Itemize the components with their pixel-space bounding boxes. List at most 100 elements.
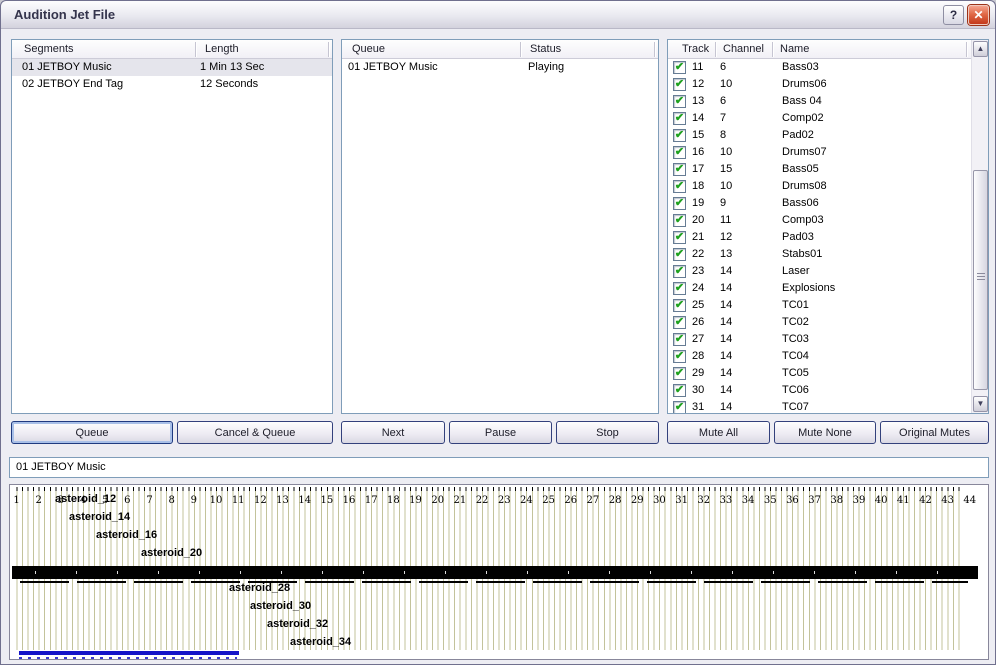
track-row[interactable]: ✔2914TC05 [668, 365, 971, 382]
column-separator[interactable] [772, 42, 773, 57]
queue-column-header[interactable]: Queue [352, 43, 385, 55]
measure-number: 27 [582, 495, 604, 506]
track-checkbox[interactable]: ✔ [673, 333, 686, 346]
track-checkbox[interactable]: ✔ [673, 265, 686, 278]
track-checkbox[interactable]: ✔ [673, 401, 686, 414]
status-column-header[interactable]: Status [530, 43, 561, 55]
track-row[interactable]: ✔1210Drums06 [668, 76, 971, 93]
stop-button[interactable]: Stop [556, 421, 659, 444]
track-checkbox[interactable]: ✔ [673, 316, 686, 329]
column-separator[interactable] [654, 42, 655, 57]
column-separator[interactable] [195, 42, 196, 57]
track-channel-cell: 14 [720, 367, 732, 379]
event-label: asteroid_32 [267, 618, 328, 630]
track-checkbox[interactable]: ✔ [673, 384, 686, 397]
channel-column-header[interactable]: Channel [723, 43, 764, 55]
track-row[interactable]: ✔199Bass06 [668, 195, 971, 212]
track-number-cell: 20 [692, 214, 704, 226]
column-separator[interactable] [715, 42, 716, 57]
track-row[interactable]: ✔2112Pad03 [668, 229, 971, 246]
event-label: asteroid_28 [229, 582, 290, 594]
track-row[interactable]: ✔2011Comp03 [668, 212, 971, 229]
column-separator[interactable] [520, 42, 521, 57]
segments-column-header[interactable]: Segments [24, 43, 74, 55]
timeline-view[interactable]: 1234567891011121314151617181920212223242… [9, 484, 989, 660]
queue-button[interactable]: Queue [11, 421, 173, 444]
measure-number: 30 [648, 495, 670, 506]
track-column-header[interactable]: Track [682, 43, 709, 55]
track-name-cell: Drums08 [782, 180, 827, 192]
track-row[interactable]: ✔1810Drums08 [668, 178, 971, 195]
name-column-header[interactable]: Name [780, 43, 809, 55]
track-checkbox[interactable]: ✔ [673, 350, 686, 363]
scrollbar-thumb[interactable] [973, 170, 988, 390]
mute-all-button[interactable]: Mute All [667, 421, 770, 444]
track-channel-cell: 9 [720, 197, 726, 209]
segments-header[interactable]: Segments Length [12, 40, 332, 59]
track-row[interactable]: ✔2314Laser [668, 263, 971, 280]
help-icon[interactable]: ? [943, 5, 964, 25]
track-row[interactable]: ✔2514TC01 [668, 297, 971, 314]
track-row[interactable]: ✔1610Drums07 [668, 144, 971, 161]
cancel-and-queue-button[interactable]: Cancel & Queue [177, 421, 333, 444]
queue-row[interactable]: 01 JETBOY MusicPlaying [342, 59, 658, 76]
track-checkbox[interactable]: ✔ [673, 61, 686, 74]
track-checkbox[interactable]: ✔ [673, 95, 686, 108]
measure-number: 31 [671, 495, 693, 506]
track-checkbox[interactable]: ✔ [673, 129, 686, 142]
original-mutes-button[interactable]: Original Mutes [880, 421, 989, 444]
queue-header[interactable]: Queue Status [342, 40, 658, 59]
track-row[interactable]: ✔2814TC04 [668, 348, 971, 365]
track-name-cell: TC02 [782, 316, 809, 328]
column-separator[interactable] [328, 42, 329, 57]
tracks-scrollbar[interactable]: ▲ ▼ [971, 40, 988, 413]
track-checkbox[interactable]: ✔ [673, 163, 686, 176]
track-row[interactable]: ✔2714TC03 [668, 331, 971, 348]
track-checkbox[interactable]: ✔ [673, 231, 686, 244]
measure-number: 18 [382, 495, 404, 506]
measure-number: 1 [9, 495, 28, 506]
column-separator[interactable] [966, 42, 967, 57]
track-row[interactable]: ✔2213Stabs01 [668, 246, 971, 263]
track-checkbox[interactable]: ✔ [673, 214, 686, 227]
track-number-cell: 26 [692, 316, 704, 328]
track-row[interactable]: ✔116Bass03 [668, 59, 971, 76]
track-checkbox[interactable]: ✔ [673, 367, 686, 380]
track-row[interactable]: ✔2614TC02 [668, 314, 971, 331]
playback-progress-dots [19, 657, 237, 659]
track-row[interactable]: ✔1715Bass05 [668, 161, 971, 178]
segment-row[interactable]: 02 JETBOY End Tag12 Seconds [12, 76, 332, 93]
tracks-header[interactable]: Track Channel Name [668, 40, 971, 59]
mute-none-button[interactable]: Mute None [774, 421, 876, 444]
segment-row[interactable]: 01 JETBOY Music1 Min 13 Sec [12, 59, 332, 76]
track-row[interactable]: ✔2414Explosions [668, 280, 971, 297]
measure-number: 28 [604, 495, 626, 506]
track-row[interactable]: ✔158Pad02 [668, 127, 971, 144]
pause-button[interactable]: Pause [449, 421, 552, 444]
track-row[interactable]: ✔147Comp02 [668, 110, 971, 127]
track-checkbox[interactable]: ✔ [673, 248, 686, 261]
track-checkbox[interactable]: ✔ [673, 112, 686, 125]
title-bar[interactable]: Audition Jet File ? ✕ [1, 1, 995, 29]
track-row[interactable]: ✔136Bass 04 [668, 93, 971, 110]
next-button[interactable]: Next [341, 421, 445, 444]
track-number-cell: 23 [692, 265, 704, 277]
track-checkbox[interactable]: ✔ [673, 282, 686, 295]
track-name-cell: Bass06 [782, 197, 819, 209]
scrollbar-grip-icon [977, 276, 985, 277]
measure-number: 13 [272, 495, 294, 506]
segment-name-cell: 01 JETBOY Music [22, 61, 112, 73]
track-checkbox[interactable]: ✔ [673, 299, 686, 312]
scroll-up-icon[interactable]: ▲ [973, 41, 988, 57]
track-row[interactable]: ✔3014TC06 [668, 382, 971, 399]
length-column-header[interactable]: Length [205, 43, 239, 55]
measure-number: 25 [538, 495, 560, 506]
track-checkbox[interactable]: ✔ [673, 197, 686, 210]
close-icon[interactable]: ✕ [968, 5, 989, 25]
track-checkbox[interactable]: ✔ [673, 78, 686, 91]
track-checkbox[interactable]: ✔ [673, 146, 686, 159]
track-checkbox[interactable]: ✔ [673, 180, 686, 193]
scroll-down-icon[interactable]: ▼ [973, 396, 988, 412]
track-channel-cell: 10 [720, 78, 732, 90]
track-row[interactable]: ✔3114TC07 [668, 399, 971, 414]
